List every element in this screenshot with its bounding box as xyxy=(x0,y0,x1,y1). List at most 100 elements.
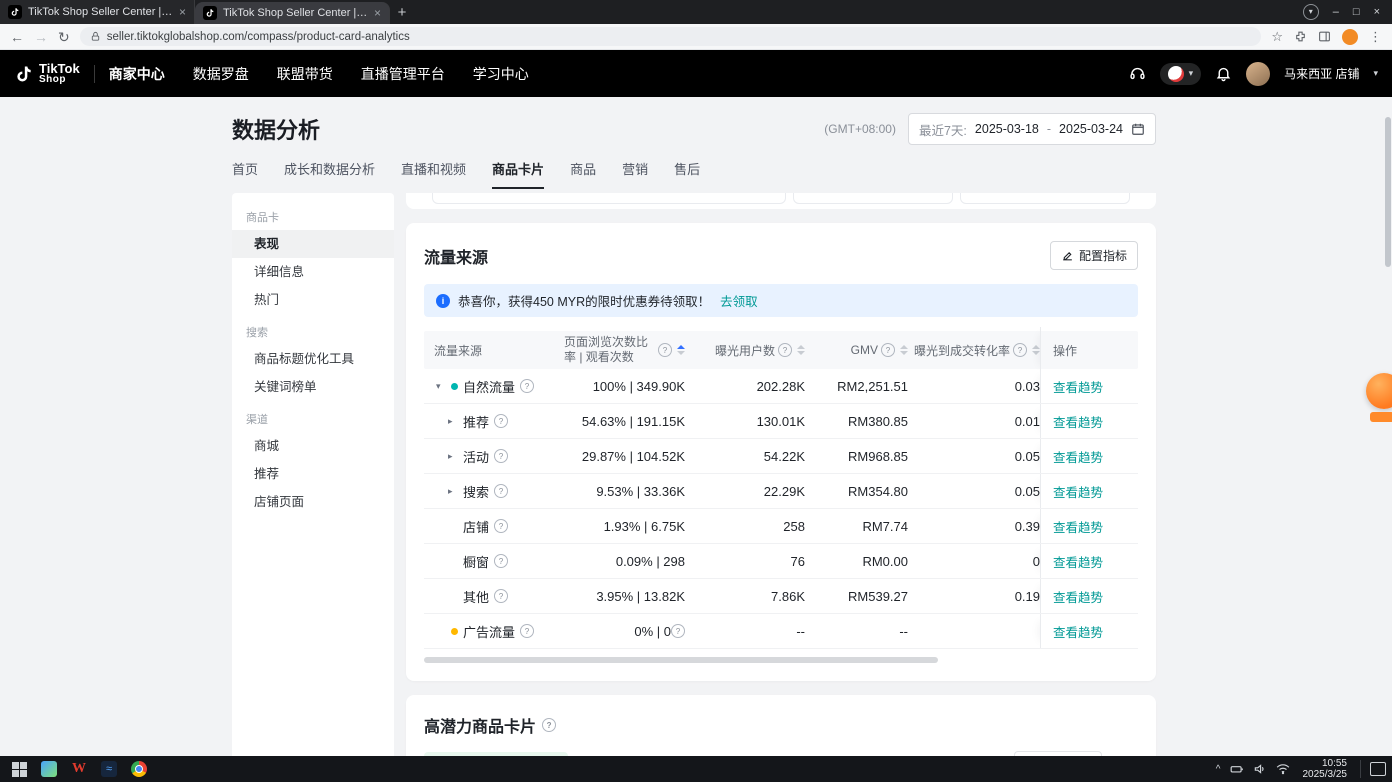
start-button-icon[interactable] xyxy=(6,758,32,780)
extensions-puzzle-icon[interactable] xyxy=(1294,30,1307,43)
claim-coupon-link[interactable]: 去领取 xyxy=(720,291,758,310)
battery-icon[interactable] xyxy=(1230,762,1244,776)
view-trend-link[interactable]: 查看趋势 xyxy=(1053,482,1103,501)
action-center-icon[interactable] xyxy=(1370,762,1386,776)
window-maximize-icon[interactable]: □ xyxy=(1353,7,1360,18)
view-trend-link[interactable]: 查看趋势 xyxy=(1053,447,1103,466)
info-icon[interactable] xyxy=(494,554,508,568)
view-trend-link[interactable]: 查看趋势 xyxy=(1053,552,1103,571)
chevron-down-icon[interactable]: ▾ xyxy=(1373,68,1378,79)
expand-chevron-icon[interactable]: ▾ xyxy=(436,381,446,392)
tab-list-chevron-icon[interactable]: ▾ xyxy=(1303,4,1319,20)
info-icon[interactable] xyxy=(542,718,556,732)
view-trend-link[interactable]: 查看趋势 xyxy=(1053,377,1103,396)
traffic-source-card: 流量来源 配置指标 恭喜你，获得450 MYR的限时优惠券待领取！ 去领取 xyxy=(406,223,1156,681)
taskbar-app-icon[interactable] xyxy=(36,758,62,780)
info-icon[interactable] xyxy=(520,624,534,638)
sort-icon[interactable] xyxy=(797,345,805,355)
page-scrollbar[interactable] xyxy=(1385,99,1391,755)
nav-item-learning-center[interactable]: 学习中心 xyxy=(473,64,529,84)
back-icon[interactable]: ← xyxy=(10,30,24,44)
headset-icon[interactable] xyxy=(1129,65,1146,82)
date-start: 2025-03-18 xyxy=(975,122,1039,136)
info-icon[interactable] xyxy=(671,624,685,638)
info-icon[interactable] xyxy=(881,343,895,357)
new-tab-button[interactable]: + xyxy=(390,0,414,24)
side-panel-icon[interactable] xyxy=(1318,30,1331,43)
language-selector[interactable]: ▾ xyxy=(1160,63,1202,85)
browser-tab-2[interactable]: TikTok Shop Seller Center | Cr × xyxy=(195,2,390,24)
browser-menu-icon[interactable]: ⋮ xyxy=(1369,29,1382,45)
info-icon[interactable] xyxy=(494,449,508,463)
url-bar[interactable]: seller.tiktokglobalshop.com/compass/prod… xyxy=(80,27,1262,46)
tab-product[interactable]: 商品 xyxy=(570,159,596,189)
tab-growth-analytics[interactable]: 成长和数据分析 xyxy=(284,159,375,189)
view-trend-link[interactable]: 查看趋势 xyxy=(1053,587,1103,606)
scrollbar-thumb[interactable] xyxy=(424,657,938,663)
info-icon[interactable] xyxy=(494,519,508,533)
sidebar-item-trending[interactable]: 热门 xyxy=(232,286,394,314)
bookmark-star-icon[interactable]: ☆ xyxy=(1271,29,1283,45)
info-icon[interactable] xyxy=(520,379,534,393)
taskbar-clock[interactable]: 10:55 2025/3/25 xyxy=(1299,758,1352,780)
info-icon[interactable] xyxy=(778,343,792,357)
sort-icon[interactable] xyxy=(677,345,685,355)
wave-app-icon[interactable]: ≈ xyxy=(96,758,122,780)
tab-marketing[interactable]: 营销 xyxy=(622,159,648,189)
profile-avatar[interactable] xyxy=(1342,29,1358,45)
bell-icon[interactable] xyxy=(1215,65,1232,82)
info-icon[interactable] xyxy=(494,589,508,603)
tab-live-video[interactable]: 直播和视频 xyxy=(401,159,466,189)
account-avatar[interactable] xyxy=(1246,62,1270,86)
configure-metrics-button[interactable]: 配置指标 xyxy=(1050,241,1138,270)
gmv-value: RM380.85 xyxy=(805,414,908,429)
window-minimize-icon[interactable]: – xyxy=(1333,7,1339,18)
horizontal-scrollbar[interactable] xyxy=(424,657,1138,663)
nav-items: 商家中心 数据罗盘 联盟带货 直播管理平台 学习中心 xyxy=(109,64,529,84)
tab-product-card[interactable]: 商品卡片 xyxy=(492,159,544,189)
tray-expand-icon[interactable]: ^ xyxy=(1216,764,1221,775)
account-name[interactable]: 马来西亚 店铺 xyxy=(1284,65,1359,82)
tab-close-icon[interactable]: × xyxy=(179,5,186,19)
nav-item-merchant-center[interactable]: 商家中心 xyxy=(109,64,165,84)
window-close-icon[interactable]: × xyxy=(1374,7,1380,18)
gmv-value: RM539.27 xyxy=(805,589,908,604)
sidebar-item-performance[interactable]: 表现 xyxy=(232,230,394,258)
nav-item-data-compass[interactable]: 数据罗盘 xyxy=(193,64,249,84)
sort-icon[interactable] xyxy=(900,345,908,355)
sidebar-item-recommend[interactable]: 推荐 xyxy=(232,460,394,488)
forward-icon[interactable]: → xyxy=(34,30,48,44)
sidebar-item-keyword-ranking[interactable]: 关键词榜单 xyxy=(232,373,394,401)
view-trend-link[interactable]: 查看趋势 xyxy=(1053,412,1103,431)
browser-tab-1[interactable]: TikTok Shop Seller Center | Cr × xyxy=(0,0,195,24)
info-icon[interactable] xyxy=(1013,343,1027,357)
date-range-picker[interactable]: 最近7天: 2025-03-18 - 2025-03-24 xyxy=(908,113,1156,145)
view-trend-link[interactable]: 查看趋势 xyxy=(1053,622,1103,641)
view-trend-link[interactable]: 查看趋势 xyxy=(1053,517,1103,536)
tiktok-shop-logo[interactable]: TikTok Shop xyxy=(14,62,80,85)
sidebar-item-details[interactable]: 详细信息 xyxy=(232,258,394,286)
volume-icon[interactable] xyxy=(1253,762,1267,776)
sidebar-item-mall[interactable]: 商城 xyxy=(232,432,394,460)
sidebar-item-title-optimizer[interactable]: 商品标题优化工具 xyxy=(232,345,394,373)
info-icon[interactable] xyxy=(494,414,508,428)
network-icon[interactable] xyxy=(1276,762,1290,776)
sort-icon[interactable] xyxy=(1032,345,1040,355)
word-app-icon[interactable]: W xyxy=(66,758,92,780)
sidebar-item-shop-page[interactable]: 店铺页面 xyxy=(232,488,394,516)
tab-close-icon[interactable]: × xyxy=(374,6,381,20)
info-icon[interactable] xyxy=(658,343,672,357)
tab-home[interactable]: 首页 xyxy=(232,159,258,189)
info-icon[interactable] xyxy=(494,484,508,498)
expand-chevron-icon[interactable]: ▸ xyxy=(448,451,458,462)
tab-aftersale[interactable]: 售后 xyxy=(674,159,700,189)
cvr-value: 0.19 xyxy=(908,589,1040,604)
expand-chevron-icon[interactable]: ▸ xyxy=(448,416,458,427)
sidebar-group-channel: 渠道 xyxy=(232,401,394,432)
nav-item-affiliate[interactable]: 联盟带货 xyxy=(277,64,333,84)
nav-item-live-management[interactable]: 直播管理平台 xyxy=(361,64,445,84)
chrome-icon[interactable] xyxy=(126,758,152,780)
reload-icon[interactable]: ↻ xyxy=(58,30,70,44)
expand-chevron-icon[interactable]: ▸ xyxy=(448,486,458,497)
scrollbar-thumb[interactable] xyxy=(1385,117,1391,267)
